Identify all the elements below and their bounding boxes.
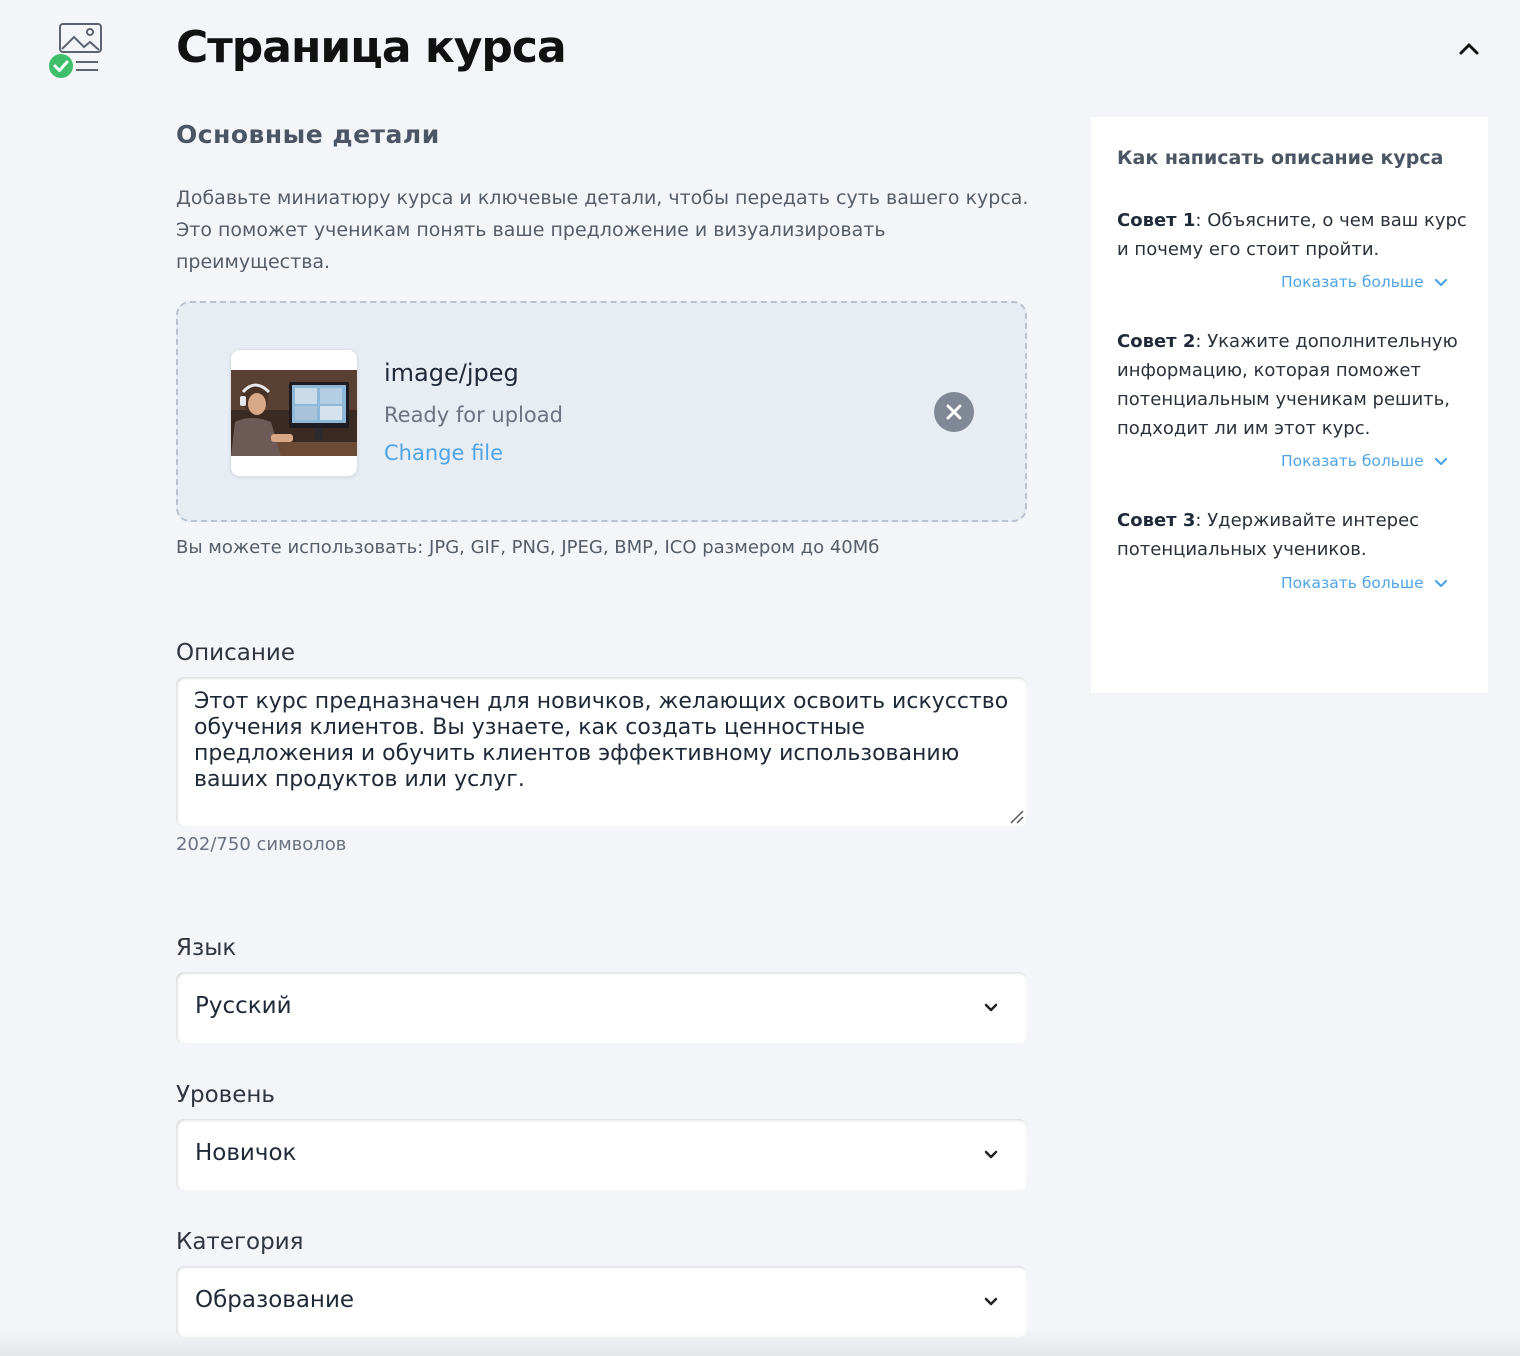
level-selected-value: Новичок (195, 1140, 297, 1166)
file-type-label: image/jpeg (384, 359, 519, 387)
remove-file-button[interactable] (934, 392, 974, 432)
level-label: Уровень (176, 1082, 275, 1108)
tip-2-label: Совет 2 (1117, 331, 1196, 352)
page-title: Страница курса (176, 22, 567, 73)
change-file-link[interactable]: Change file (384, 441, 503, 465)
resize-grip-icon[interactable] (1009, 809, 1025, 825)
thumbnail-upload-dropzone[interactable]: image/jpeg Ready for upload Change file (176, 301, 1027, 522)
language-selected-value: Русский (195, 993, 292, 1019)
tip-3: Совет 3: Удерживайте интерес потенциальн… (1117, 506, 1467, 564)
description-text: Этот курс предназначен для новичков, жел… (194, 689, 1009, 792)
chevron-down-icon (984, 1003, 998, 1012)
chevron-down-icon (1434, 278, 1447, 286)
upload-formats-note: Вы можете использовать: JPG, GIF, PNG, J… (176, 537, 880, 558)
description-label: Описание (176, 640, 295, 666)
show-more-label: Показать больше (1281, 574, 1424, 592)
tips-panel: Как написать описание курса Совет 1: Объ… (1091, 117, 1488, 693)
tip-3-show-more-link[interactable]: Показать больше (1281, 574, 1448, 592)
show-more-label: Показать больше (1281, 273, 1424, 291)
file-status-label: Ready for upload (384, 403, 563, 427)
category-label: Категория (176, 1229, 304, 1255)
basic-details-heading: Основные детали (176, 120, 440, 149)
collapse-section-button[interactable] (1452, 34, 1486, 64)
thumbnail-preview (230, 349, 358, 477)
tips-title: Как написать описание курса (1117, 147, 1444, 169)
language-label: Язык (176, 935, 237, 961)
close-icon (946, 404, 962, 420)
chevron-up-icon (1459, 43, 1479, 55)
description-textarea[interactable]: Этот курс предназначен для новичков, жел… (176, 677, 1027, 827)
tip-2: Совет 2: Укажите дополнительную информац… (1117, 327, 1467, 443)
tip-1-label: Совет 1 (1117, 210, 1196, 231)
course-page-section-icon (46, 20, 106, 80)
chevron-down-icon (1434, 579, 1447, 587)
basic-details-intro: Добавьте миниатюру курса и ключевые дета… (176, 187, 1029, 273)
tip-1-show-more-link[interactable]: Показать больше (1281, 273, 1448, 291)
chevron-down-icon (984, 1150, 998, 1159)
chevron-down-icon (984, 1297, 998, 1306)
show-more-label: Показать больше (1281, 452, 1424, 470)
tip-2-show-more-link[interactable]: Показать больше (1281, 452, 1448, 470)
chevron-down-icon (1434, 457, 1447, 465)
category-selected-value: Образование (195, 1287, 355, 1313)
tip-1: Совет 1: Объясните, о чем ваш курс и поч… (1117, 206, 1467, 264)
bottom-edge-shadow (0, 1328, 1520, 1356)
description-char-count: 202/750 символов (176, 834, 347, 855)
tip-3-label: Совет 3 (1117, 510, 1196, 531)
language-select[interactable]: Русский (176, 972, 1027, 1044)
level-select[interactable]: Новичок (176, 1119, 1027, 1191)
